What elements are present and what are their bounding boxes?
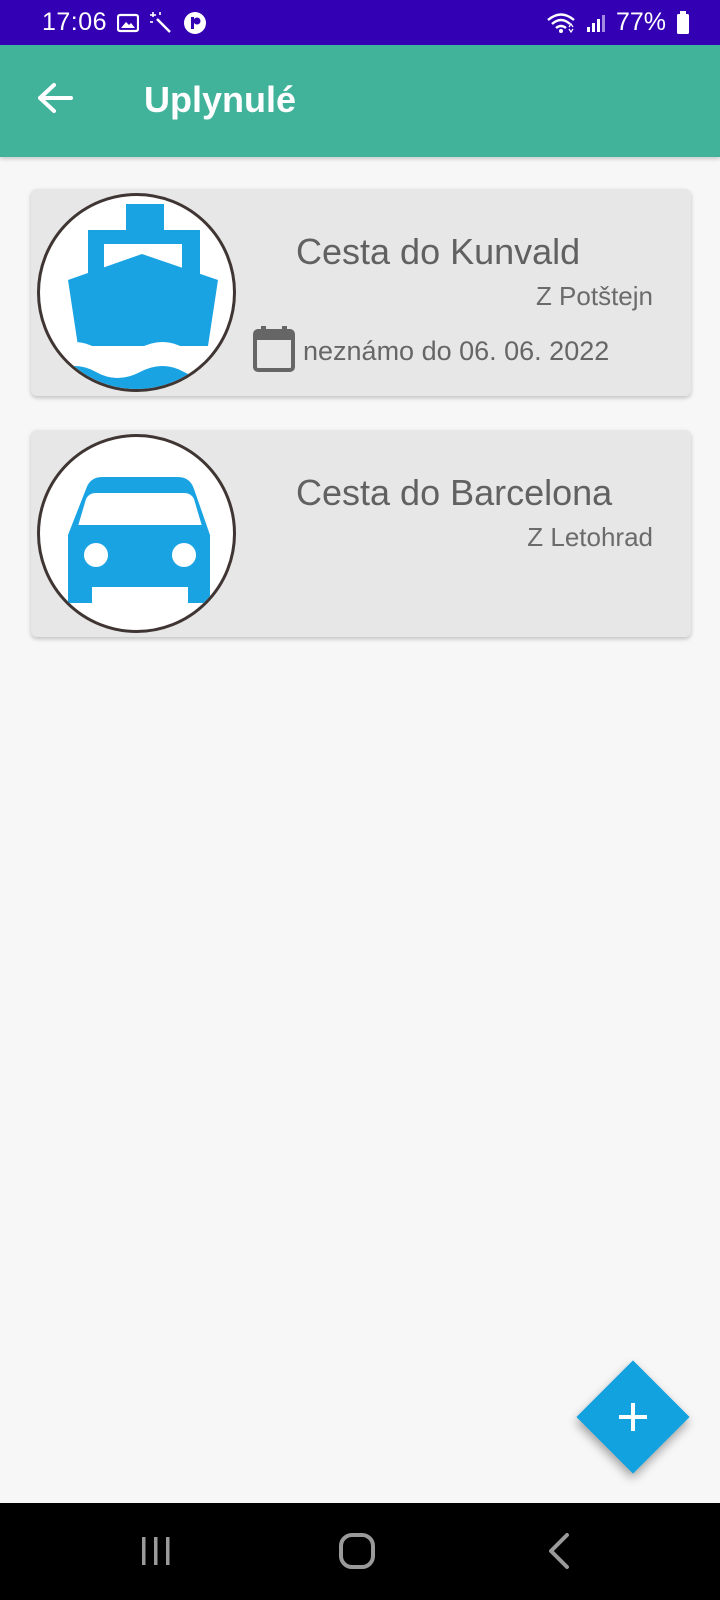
gallery-icon [117,13,140,33]
app-notification-icon [183,11,207,35]
battery-icon [676,10,690,35]
magic-wand-icon [149,11,173,35]
back-button[interactable] [30,75,80,125]
home-icon [337,1531,377,1576]
wifi-icon [546,12,576,34]
trip-date: neznámo do 06. 06. 2022 [303,336,610,366]
plus-icon [577,1361,689,1473]
back-icon [545,1532,573,1575]
system-back-button[interactable] [537,1531,581,1575]
status-right: 77% [546,8,690,37]
app-bar: Uplynulé [0,45,720,157]
trip-type-avatar [37,193,236,392]
status-time: 17:06 [42,8,108,36]
home-button[interactable] [335,1531,379,1575]
battery-percentage: 77% [615,8,666,36]
trip-origin: Z Potštejn [535,281,653,311]
calendar-icon [253,326,295,377]
trip-title: Cesta do Barcelona [296,472,613,513]
trip-date-row: neznámo do 06. 06. 2022 [253,326,609,377]
trip-title: Cesta do Kunvald [296,231,581,272]
recent-apps-button[interactable] [134,1531,178,1575]
arrow-left-icon [36,82,74,119]
trip-type-avatar [37,434,236,633]
status-bar: 17:06 77% [0,0,720,45]
navigation-bar [0,1503,720,1600]
recent-apps-icon [138,1534,174,1573]
add-trip-button[interactable] [576,1360,690,1474]
trip-card[interactable]: Cesta do Kunvald Z Potštejn neznámo do 0… [31,189,691,396]
trip-origin: Z Letohrad [527,522,653,552]
page-title: Uplynulé [144,79,297,120]
status-left: 17:06 [42,8,207,37]
signal-icon [586,13,606,33]
trip-card[interactable]: Cesta do Barcelona Z Letohrad [31,430,691,637]
